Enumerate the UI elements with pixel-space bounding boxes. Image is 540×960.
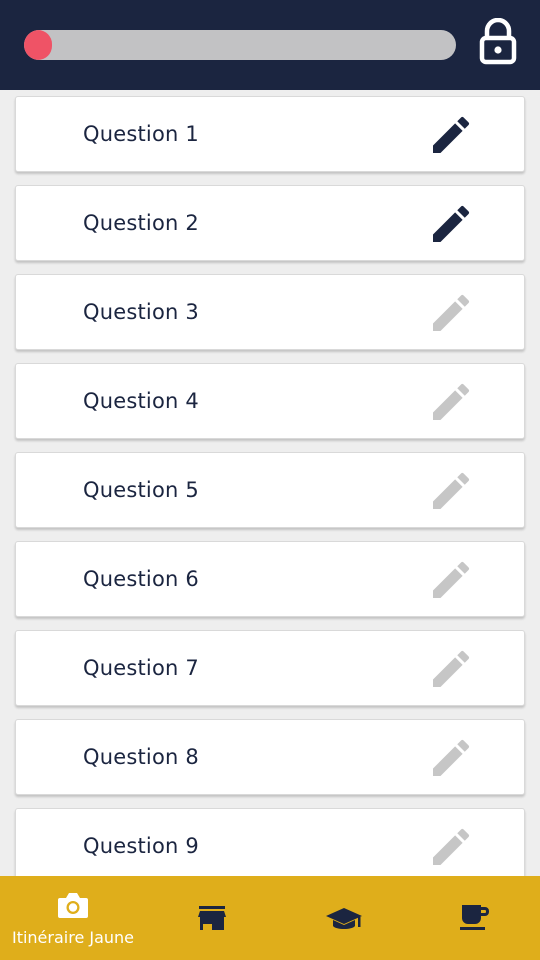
question-label: Question 5 bbox=[83, 478, 199, 502]
coffee-cup-icon bbox=[460, 905, 489, 930]
question-card[interactable]: Question 3 bbox=[15, 274, 525, 350]
question-card[interactable]: Question 8 bbox=[15, 719, 525, 795]
nav-item-store[interactable] bbox=[146, 876, 278, 960]
question-label: Question 3 bbox=[83, 300, 199, 324]
edit-button[interactable] bbox=[427, 200, 475, 248]
question-card[interactable]: Question 6 bbox=[15, 541, 525, 617]
pencil-icon bbox=[433, 561, 470, 598]
pencil-icon bbox=[433, 116, 470, 153]
edit-button[interactable] bbox=[427, 111, 475, 159]
question-label: Question 2 bbox=[83, 211, 199, 235]
question-label: Question 8 bbox=[83, 745, 199, 769]
edit-button bbox=[427, 378, 475, 426]
question-card[interactable]: Question 5 bbox=[15, 452, 525, 528]
edit-button bbox=[427, 556, 475, 604]
top-bar bbox=[0, 0, 540, 90]
store-icon bbox=[198, 906, 226, 930]
lock-button[interactable] bbox=[478, 18, 518, 66]
nav-item-cafe[interactable] bbox=[410, 876, 540, 960]
bottom-navigation: Itinéraire Jaune bbox=[0, 876, 540, 960]
question-label: Question 1 bbox=[83, 122, 199, 146]
edit-button bbox=[427, 734, 475, 782]
progress-bar bbox=[24, 30, 456, 60]
app-screen: Question 1 Question 2 Question 3 Question 4… bbox=[0, 0, 540, 960]
question-card[interactable]: Question 4 bbox=[15, 363, 525, 439]
question-label: Question 4 bbox=[83, 389, 199, 413]
progress-fill bbox=[24, 30, 52, 60]
edit-button bbox=[427, 467, 475, 515]
edit-button bbox=[427, 645, 475, 693]
pencil-icon bbox=[433, 205, 470, 242]
question-label: Question 9 bbox=[83, 834, 199, 858]
question-card[interactable]: Question 2 bbox=[15, 185, 525, 261]
nav-item-education[interactable] bbox=[278, 876, 410, 960]
graduation-cap-icon bbox=[326, 908, 362, 929]
question-label: Question 6 bbox=[83, 567, 199, 591]
pencil-icon bbox=[433, 828, 470, 865]
question-card[interactable]: Question 9 bbox=[15, 808, 525, 884]
edit-button bbox=[427, 289, 475, 337]
pencil-icon bbox=[433, 739, 470, 776]
question-card[interactable]: Question 7 bbox=[15, 630, 525, 706]
pencil-icon bbox=[433, 383, 470, 420]
pencil-icon bbox=[433, 472, 470, 509]
nav-label-camera: Itinéraire Jaune bbox=[11, 928, 135, 947]
question-label: Question 7 bbox=[83, 656, 199, 680]
lock-icon bbox=[479, 18, 517, 65]
camera-icon bbox=[58, 893, 88, 918]
pencil-icon bbox=[433, 294, 470, 331]
question-list: Question 1 Question 2 Question 3 Question 4… bbox=[15, 96, 525, 897]
nav-item-camera[interactable]: Itinéraire Jaune bbox=[0, 876, 146, 960]
edit-button bbox=[427, 823, 475, 871]
question-card[interactable]: Question 1 bbox=[15, 96, 525, 172]
pencil-icon bbox=[433, 650, 470, 687]
